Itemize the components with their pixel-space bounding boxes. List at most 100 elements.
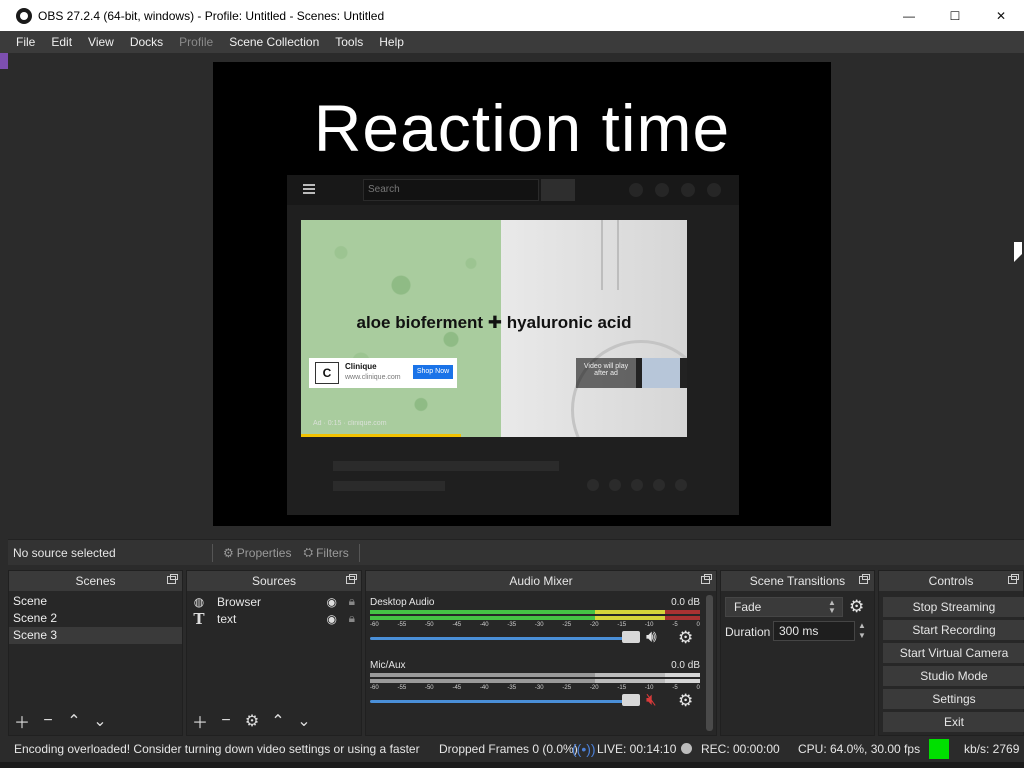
controls-dock: Controls Stop Streaming Start Recording … — [878, 570, 1024, 736]
studio-mode-button[interactable]: Studio Mode — [883, 666, 1024, 686]
sources-dock: Sources ◍ Browser ◉ 🔒︎ T text ◉ 🔒︎ ＋ − ⚙… — [186, 570, 362, 736]
start-recording-button[interactable]: Start Recording — [883, 620, 1024, 640]
menu-scene-collection[interactable]: Scene Collection — [221, 31, 327, 53]
menu-edit[interactable]: Edit — [43, 31, 80, 53]
preview-canvas[interactable]: Reaction time Search aloe bioferment ✚ h… — [213, 62, 831, 526]
filter-icon: ⛭ — [303, 545, 314, 559]
close-button[interactable]: ✕ — [978, 0, 1024, 31]
remove-scene-button[interactable]: − — [39, 712, 57, 730]
scene-item[interactable]: Scene 2 — [9, 610, 182, 627]
undock-icon[interactable] — [167, 574, 178, 584]
menu-help[interactable]: Help — [371, 31, 412, 53]
lock-icon[interactable]: 🔒︎ — [349, 611, 355, 626]
volume-meter — [370, 610, 700, 614]
move-up-button[interactable]: ⌃ — [65, 712, 83, 730]
menu-bar: File Edit View Docks Profile Scene Colle… — [0, 31, 1024, 53]
menu-docks[interactable]: Docks — [122, 31, 171, 53]
add-source-button[interactable]: ＋ — [191, 712, 209, 732]
sources-title: Sources — [251, 574, 297, 588]
ad-label: Ad · 0:15 · clinique.com — [313, 420, 387, 427]
undock-icon[interactable] — [859, 574, 870, 584]
scenes-title: Scenes — [75, 574, 116, 588]
ad-card: C Clinique www.clinique.com Shop Now — [309, 358, 457, 388]
ad-phrase: aloe bioferment ✚ hyaluronic acid — [356, 313, 632, 332]
volume-slider-handle[interactable] — [622, 694, 640, 706]
duration-spinner[interactable]: ▲ ▼ — [855, 621, 869, 641]
avatar — [707, 183, 721, 197]
controls-header: Controls — [879, 571, 1023, 591]
volume-meter — [370, 679, 700, 683]
volume-slider[interactable] — [370, 637, 640, 640]
minimize-button[interactable]: — — [886, 0, 932, 31]
source-properties-gear-icon[interactable]: ⚙ — [243, 712, 261, 730]
divider — [358, 543, 360, 562]
header-icon — [655, 183, 669, 197]
duration-input[interactable]: 300 ms — [773, 621, 855, 641]
duration-label: Duration — [725, 625, 771, 639]
window-controls: — ☐ ✕ — [886, 0, 1024, 31]
globe-icon: ◍ — [193, 594, 205, 609]
sources-header: Sources — [187, 571, 361, 591]
move-up-button[interactable]: ⌃ — [269, 712, 287, 730]
volume-slider-handle[interactable] — [622, 631, 640, 643]
sources-toolbar: ＋ − ⚙ ⌃ ⌄ — [187, 707, 361, 735]
browser-source-render: Search aloe bioferment ✚ hyaluronic acid… — [287, 175, 739, 515]
dropped-frames: Dropped Frames 0 (0.0%) — [439, 742, 578, 756]
add-scene-button[interactable]: ＋ — [13, 712, 31, 732]
maximize-button[interactable]: ☐ — [932, 0, 978, 31]
move-down-button[interactable]: ⌄ — [295, 712, 313, 730]
mixer-title: Audio Mixer — [509, 574, 573, 588]
exit-button[interactable]: Exit — [883, 712, 1024, 732]
undock-icon[interactable] — [701, 574, 712, 584]
channel-name: Desktop Audio — [370, 597, 435, 608]
filters-button[interactable]: ⛭ Filters — [297, 545, 354, 560]
gear-icon[interactable]: ⚙ — [678, 628, 693, 648]
visibility-eye-icon[interactable]: ◉ — [327, 595, 337, 609]
muted-speaker-icon[interactable]: 🔇︎ — [646, 690, 657, 710]
video-player: aloe bioferment ✚ hyaluronic acid C Clin… — [301, 220, 687, 437]
menu-file[interactable]: File — [8, 31, 43, 53]
menu-view[interactable]: View — [80, 31, 122, 53]
source-item[interactable]: ◍ Browser ◉ 🔒︎ — [187, 593, 361, 610]
transitions-title: Scene Transitions — [749, 574, 846, 588]
divider — [212, 543, 213, 562]
undock-icon[interactable] — [1008, 574, 1019, 584]
volume-meter — [370, 673, 700, 677]
status-bar: Encoding overloaded! Consider turning do… — [0, 736, 1024, 762]
channel-db: 0.0 dB — [671, 597, 700, 608]
source-item[interactable]: T text ◉ 🔒︎ — [187, 609, 361, 628]
bitrate: kb/s: 2769 — [964, 742, 1020, 756]
remove-source-button[interactable]: − — [217, 712, 235, 730]
menu-tools[interactable]: Tools — [327, 31, 371, 53]
move-down-button[interactable]: ⌄ — [91, 712, 109, 730]
mixer-scrollbar[interactable] — [706, 595, 713, 731]
record-dot-icon — [681, 743, 692, 754]
scene-item[interactable]: Scene — [9, 593, 182, 610]
speaker-icon[interactable]: 🔊︎ — [646, 627, 657, 647]
stop-streaming-button[interactable]: Stop Streaming — [883, 597, 1024, 617]
skip-notice: Video will play after ad — [576, 358, 636, 388]
gear-icon[interactable]: ⚙ — [849, 597, 864, 617]
undock-icon[interactable] — [346, 574, 357, 584]
source-name: text — [217, 611, 237, 626]
controls-title: Controls — [928, 574, 974, 588]
ad-url: www.clinique.com — [345, 374, 401, 381]
settings-button[interactable]: Settings — [883, 689, 1024, 709]
pipette-graphic — [601, 220, 619, 290]
scene-item-selected[interactable]: Scene 3 — [9, 627, 182, 644]
text-icon: T — [193, 609, 205, 628]
visibility-eye-icon[interactable]: ◉ — [327, 612, 337, 626]
audio-mixer-dock: Audio Mixer Desktop Audio 0.0 dB -60 -55-… — [365, 570, 717, 736]
taskbar-edge — [0, 762, 1024, 768]
placeholder-dot — [587, 479, 599, 491]
transition-select[interactable]: Fade ▲ ▼ — [725, 597, 843, 617]
title-bar: OBS 27.2.4 (64-bit, windows) - Profile: … — [0, 0, 1024, 31]
menu-profile: Profile — [179, 35, 214, 49]
source-name: Browser — [217, 594, 262, 609]
context-bar: No source selected ⚙ Properties ⛭ Filter… — [8, 539, 1024, 565]
lock-icon[interactable]: 🔒︎ — [349, 594, 355, 609]
start-virtual-camera-button[interactable]: Start Virtual Camera — [883, 643, 1024, 663]
gear-icon[interactable]: ⚙ — [678, 691, 693, 711]
volume-slider[interactable] — [370, 700, 640, 703]
properties-button[interactable]: ⚙ Properties — [217, 546, 297, 560]
